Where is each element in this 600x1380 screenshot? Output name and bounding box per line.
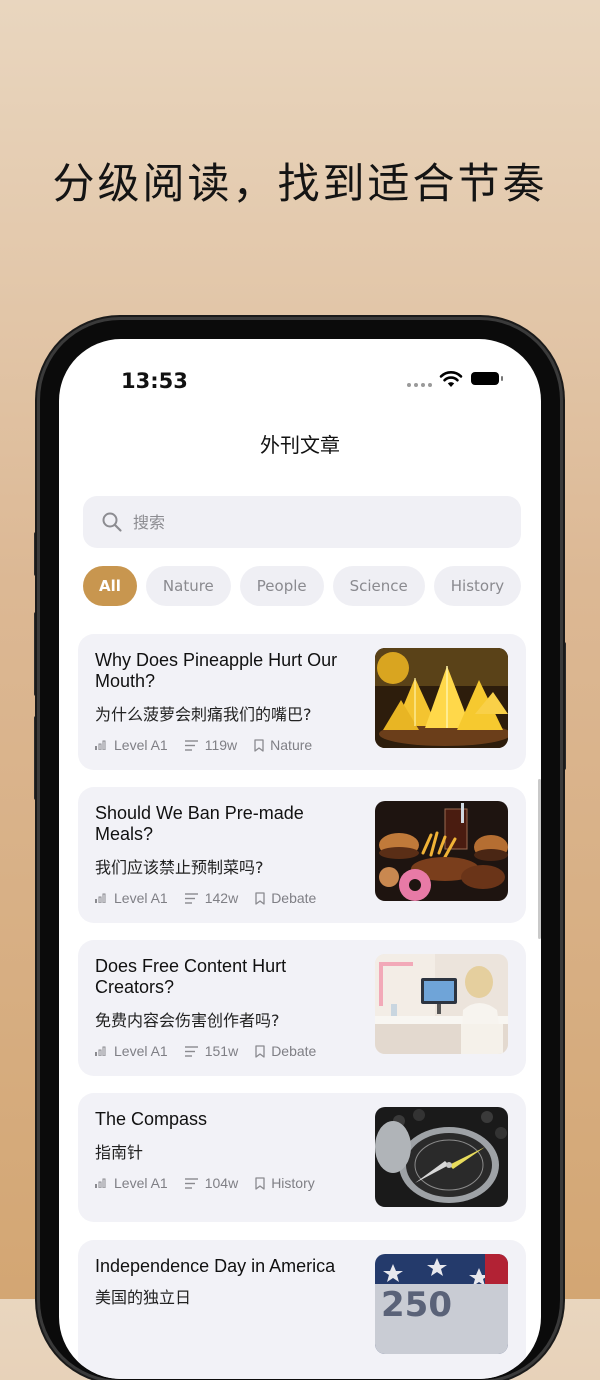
wifi-icon: [439, 370, 463, 387]
fast-food-image: [375, 801, 508, 901]
article-card[interactable]: The Compass 指南针 Level A1 104w History: [78, 1093, 526, 1222]
word-count-icon: [184, 739, 198, 751]
article-card[interactable]: Does Free Content Hurt Creators? 免费内容会伤害…: [78, 940, 526, 1076]
level-bars-icon: [95, 1178, 106, 1188]
article-title: Why Does Pineapple Hurt Our Mouth?: [95, 650, 338, 691]
status-time: 13:53: [121, 369, 188, 393]
article-card[interactable]: Independence Day in America 美国的独立日 250: [78, 1240, 526, 1379]
search-input[interactable]: [131, 511, 515, 533]
article-title: Independence Day in America: [95, 1256, 336, 1276]
article-word-count: 142w: [204, 890, 239, 906]
phone-action-button: [34, 532, 39, 576]
phone-volume-up-button: [34, 612, 39, 696]
phone-frame: 13:53 外刊文章 AllNaturePeopleScienceHistory…: [40, 320, 560, 1380]
word-count-icon: [184, 892, 198, 904]
compass-image: [375, 1107, 508, 1207]
category-chip-history[interactable]: History: [433, 566, 522, 606]
scrollbar[interactable]: [538, 779, 541, 939]
article-meta: Level A1 151w Debate: [95, 1043, 333, 1059]
article-subtitle: 为什么菠萝会刺痛我们的嘴巴?: [95, 705, 312, 724]
category-chip-nature[interactable]: Nature: [145, 566, 231, 606]
battery-icon: [471, 372, 503, 385]
search-bar[interactable]: [83, 496, 521, 548]
article-card[interactable]: Why Does Pineapple Hurt Our Mouth? 为什么菠萝…: [78, 634, 526, 770]
article-title: Does Free Content Hurt Creators?: [95, 956, 287, 997]
article-meta: Level A1 142w Debate: [95, 890, 333, 906]
category-chip-people[interactable]: People: [239, 566, 324, 606]
phone-power-button: [561, 642, 566, 770]
article-tag: History: [271, 1175, 315, 1191]
article-tag: Debate: [271, 890, 317, 906]
word-count-icon: [184, 1045, 198, 1057]
article-title: The Compass: [95, 1109, 208, 1129]
bookmark-icon: [255, 891, 265, 905]
article-word-count: 104w: [204, 1175, 239, 1191]
level-bars-icon: [95, 893, 106, 903]
article-meta: Level A1 104w History: [95, 1175, 332, 1191]
phone-volume-down-button: [34, 716, 39, 800]
level-bars-icon: [95, 740, 106, 750]
bookmark-icon: [255, 1044, 265, 1058]
article-tag: Debate: [271, 1043, 317, 1059]
level-bars-icon: [95, 1046, 106, 1056]
article-level: Level A1: [114, 890, 168, 906]
article-subtitle: 指南针: [95, 1143, 144, 1162]
article-subtitle: 我们应该禁止预制菜吗?: [95, 858, 264, 877]
page-title: 外刊文章: [260, 433, 340, 457]
article-card[interactable]: Should We Ban Pre-made Meals? 我们应该禁止预制菜吗…: [78, 787, 526, 923]
signal-dots-icon: [407, 383, 432, 387]
category-chip-science[interactable]: Science: [332, 566, 425, 606]
app-screen: 13:53 外刊文章 AllNaturePeopleScienceHistory…: [59, 339, 541, 1379]
article-subtitle: 免费内容会伤害创作者吗?: [95, 1011, 280, 1030]
creator-desk-image: [375, 954, 508, 1054]
article-word-count: 119w: [204, 737, 238, 753]
bookmark-icon: [254, 738, 264, 752]
article-level: Level A1: [114, 1175, 168, 1191]
article-level: Level A1: [114, 737, 168, 753]
word-count-icon: [184, 1177, 198, 1189]
article-subtitle: 美国的独立日: [95, 1288, 192, 1307]
category-filter-bar: All Nature People Science History: [83, 566, 523, 606]
bookmark-icon: [255, 1176, 265, 1190]
article-title: Should We Ban Pre-made Meals?: [95, 803, 304, 844]
pineapple-image: [375, 648, 508, 748]
category-chip-all[interactable]: All: [83, 566, 137, 606]
search-icon: [102, 512, 122, 532]
svg-text:250: 250: [381, 1285, 452, 1325]
american-flag-image: 250: [375, 1254, 508, 1354]
promo-headline: 分级阅读，找到适合节奏: [52, 159, 548, 208]
article-meta: Level A1 119w Nature: [95, 737, 329, 753]
article-tag: Nature: [270, 737, 313, 753]
article-word-count: 151w: [204, 1043, 239, 1059]
article-level: Level A1: [114, 1043, 168, 1059]
